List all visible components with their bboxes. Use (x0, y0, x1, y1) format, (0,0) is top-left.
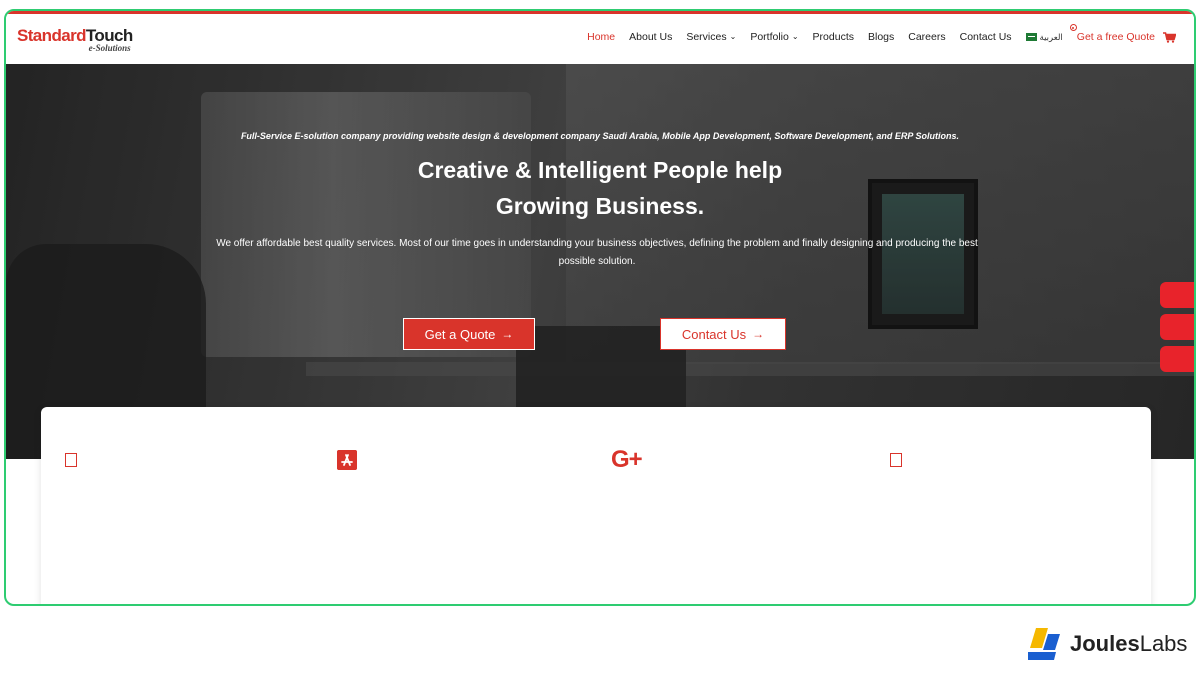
language-switcher[interactable]: العربية (1025, 31, 1063, 43)
side-tab-1[interactable] (1160, 282, 1194, 308)
main-nav: Home About Us Services ⌄ Portfolio ⌄ Produ… (573, 24, 1176, 43)
chevron-down-icon: ⌄ (791, 32, 799, 41)
chevron-down-icon: ⌄ (729, 32, 737, 41)
nav-products[interactable]: Products (813, 31, 854, 43)
side-tab-2[interactable] (1160, 314, 1194, 340)
nav-about-us[interactable]: About Us (629, 31, 672, 43)
arrow-right-icon: → (752, 327, 765, 341)
logo-tagline: e-Solutions (88, 43, 131, 53)
nav-home[interactable]: Home (587, 31, 615, 43)
browser-frame: StandardTouch e-Solutions Home About Us … (4, 9, 1196, 606)
nav-blogs[interactable]: Blogs (868, 31, 894, 43)
get-a-quote-label: Get a Quote (424, 326, 496, 342)
cart-icon[interactable] (1163, 31, 1176, 43)
app-store-icon (337, 450, 357, 475)
google-plus-icon: G+ (611, 446, 643, 473)
saudi-flag-icon (1025, 33, 1037, 41)
pulse-dot-icon (1069, 24, 1077, 31)
hero-section: Full-Service E-solution company providin… (6, 64, 1194, 459)
free-quote-label: Get a free Quote (1076, 31, 1155, 43)
hero-kicker: Full-Service E-solution company providin… (240, 131, 960, 141)
nav-portfolio[interactable]: Portfolio ⌄ (750, 31, 798, 43)
get-a-quote-button[interactable]: Get a Quote → (403, 318, 535, 350)
jouleslabs-logo-icon (1028, 628, 1060, 660)
hero-title-line-1: Creative & Intelligent People help (417, 157, 783, 183)
hero-title: Creative & Intelligent People help Growi… (6, 152, 1194, 224)
contact-us-label: Contact Us (681, 326, 747, 342)
nav-services-label: Services (686, 31, 727, 43)
nav-portfolio-label: Portfolio (750, 31, 789, 43)
side-tab-3[interactable] (1160, 346, 1194, 372)
document-icon (65, 453, 77, 467)
document-icon (890, 453, 902, 467)
hero-description: We offer affordable best quality service… (216, 238, 978, 267)
arrow-right-icon: → (501, 327, 514, 341)
nav-careers[interactable]: Careers (908, 31, 945, 43)
jouleslabs-wordmark: JoulesLabs (1070, 631, 1188, 656)
contact-us-button[interactable]: Contact Us → (660, 318, 786, 350)
site-logo[interactable]: StandardTouch e-Solutions (17, 27, 133, 53)
nav-services[interactable]: Services ⌄ (686, 31, 736, 43)
free-quote-link[interactable]: Get a free Quote (1069, 24, 1155, 43)
site-header: StandardTouch e-Solutions Home About Us … (6, 14, 1194, 64)
feature-card: G+ (41, 407, 1151, 604)
hero-title-line-2: Growing Business. (495, 193, 705, 219)
nav-contact-us[interactable]: Contact Us (960, 31, 1012, 43)
side-floating-tabs (1160, 282, 1194, 378)
language-label: العربية (1039, 31, 1063, 42)
jouleslabs-brand: JoulesLabs (1028, 628, 1187, 660)
